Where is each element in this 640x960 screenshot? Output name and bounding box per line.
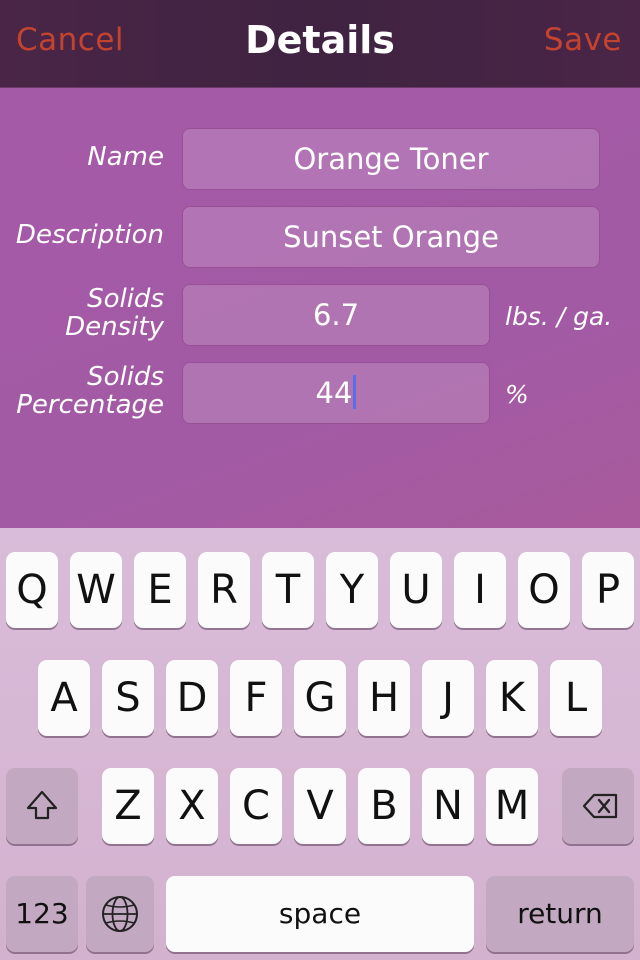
solids-percentage-value: 44 (315, 376, 353, 410)
key-z[interactable]: Z (102, 768, 154, 844)
key-o[interactable]: O (518, 552, 570, 628)
delete-icon (582, 793, 618, 819)
key-j[interactable]: J (422, 660, 474, 736)
key-c[interactable]: C (230, 768, 282, 844)
description-label: Description (15, 220, 164, 250)
details-form: Name Orange Toner Description Sunset Ora… (0, 88, 640, 528)
key-r[interactable]: R (198, 552, 250, 628)
solids-density-label-line2: Density (65, 312, 164, 342)
space-key[interactable]: space (166, 876, 474, 952)
keyboard: Q W E R T Y U I O P A S D F G H J K L Z … (0, 528, 640, 960)
solids-percentage-unit: % (505, 380, 529, 409)
key-s[interactable]: S (102, 660, 154, 736)
key-x[interactable]: X (166, 768, 218, 844)
numbers-key[interactable]: 123 (6, 876, 78, 952)
delete-key[interactable] (562, 768, 634, 844)
navigation-bar: Cancel Details Save (0, 0, 640, 88)
key-y[interactable]: Y (326, 552, 378, 628)
save-button[interactable]: Save (544, 22, 622, 58)
solids-density-label-line1: Solids (87, 284, 164, 314)
name-field[interactable]: Orange Toner (182, 128, 600, 190)
globe-key[interactable] (86, 876, 154, 952)
return-key[interactable]: return (486, 876, 634, 952)
solids-density-field[interactable]: 6.7 (182, 284, 490, 346)
key-w[interactable]: W (70, 552, 122, 628)
key-p[interactable]: P (582, 552, 634, 628)
key-g[interactable]: G (294, 660, 346, 736)
key-b[interactable]: B (358, 768, 410, 844)
description-field[interactable]: Sunset Orange (182, 206, 600, 268)
key-e[interactable]: E (134, 552, 186, 628)
solids-percentage-label-line2: Percentage (16, 390, 164, 420)
key-i[interactable]: I (454, 552, 506, 628)
key-d[interactable]: D (166, 660, 218, 736)
key-k[interactable]: K (486, 660, 538, 736)
shift-key[interactable] (6, 768, 78, 844)
key-v[interactable]: V (294, 768, 346, 844)
key-a[interactable]: A (38, 660, 90, 736)
solids-density-label: Solids Density (65, 285, 164, 341)
key-l[interactable]: L (550, 660, 602, 736)
key-n[interactable]: N (422, 768, 474, 844)
solids-percentage-field[interactable]: 44 (182, 362, 490, 424)
key-t[interactable]: T (262, 552, 314, 628)
key-u[interactable]: U (390, 552, 442, 628)
solids-density-unit: lbs. / ga. (505, 302, 613, 331)
solids-percentage-label-line1: Solids (87, 362, 164, 392)
key-q[interactable]: Q (6, 552, 58, 628)
key-m[interactable]: M (486, 768, 538, 844)
shift-icon (26, 790, 58, 820)
key-f[interactable]: F (230, 660, 282, 736)
globe-icon (102, 896, 138, 932)
solids-percentage-label: Solids Percentage (16, 363, 164, 419)
name-label: Name (87, 142, 164, 172)
key-h[interactable]: H (358, 660, 410, 736)
text-cursor (353, 375, 357, 409)
